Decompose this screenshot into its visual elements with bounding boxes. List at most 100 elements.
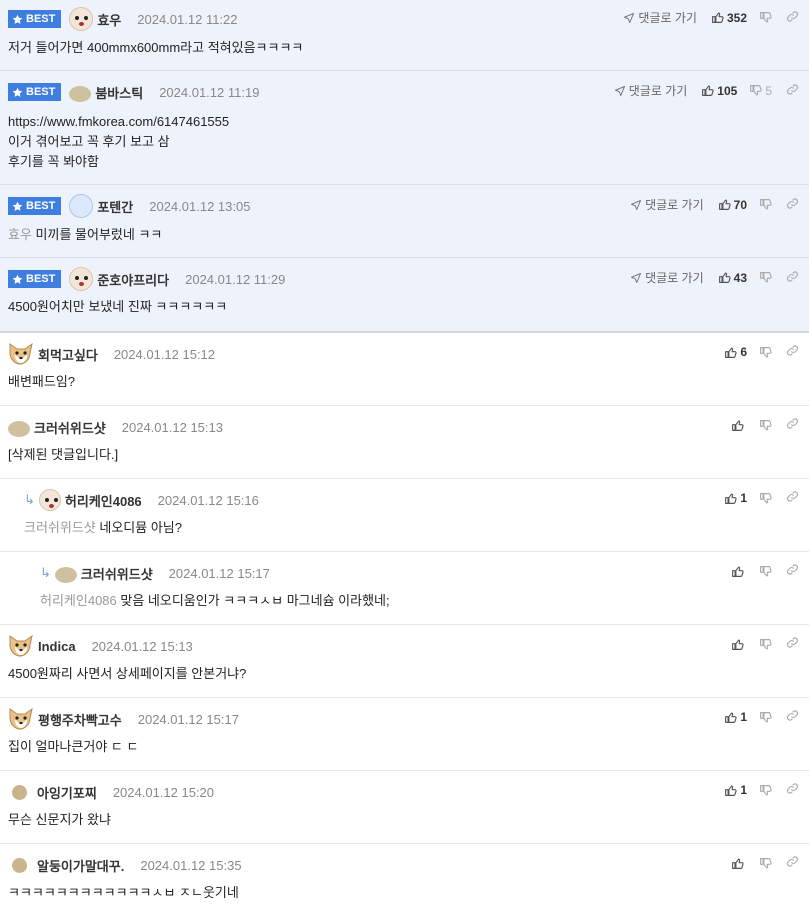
downvote-button[interactable]: [759, 784, 772, 797]
downvote-button[interactable]: 5: [749, 84, 772, 98]
nickname[interactable]: Indica: [38, 639, 76, 654]
comment-text: 미끼를 물어부렀네 ㅋㅋ: [35, 227, 163, 242]
upvote-button[interactable]: 1: [724, 710, 747, 724]
downvote-button[interactable]: [759, 11, 772, 24]
copy-link-button[interactable]: [786, 344, 799, 360]
thumbs-down-icon: [759, 346, 772, 359]
thumbs-down-icon: [759, 565, 772, 578]
nickname[interactable]: 아잉기포찌: [37, 783, 97, 802]
comment-text-line: 후기를 꼭 봐야함: [8, 154, 99, 169]
thumbs-down-icon: [749, 84, 762, 97]
thumbs-down-icon: [759, 638, 772, 651]
goto-comment-link[interactable]: 댓글로 가기: [623, 9, 697, 26]
reply-comment: ↳ 크러쉬위드샷 2024.01.12 15:17 허리케인4086 맞음 네오디움…: [0, 552, 809, 625]
comment-text: 4500원어치만 보냈네 진짜 ㅋㅋㅋㅋㅋㅋ: [8, 299, 228, 314]
nickname[interactable]: 회먹고싶다: [38, 345, 98, 364]
send-icon: [630, 199, 642, 211]
comment-date: 2024.01.12 15:35: [140, 857, 242, 873]
downvote-button[interactable]: [759, 857, 772, 870]
avatar[interactable]: [69, 267, 94, 291]
star-icon: [12, 87, 23, 98]
comment-date: 2024.01.12 15:13: [121, 419, 223, 435]
link-icon: [786, 417, 799, 430]
copy-link-button[interactable]: [786, 197, 799, 213]
downvote-button[interactable]: [759, 419, 772, 432]
copy-link-button[interactable]: [786, 270, 799, 286]
best-comment: BEST 효우 2024.01.12 11:22 저거 들어가면 400mmx6…: [0, 0, 809, 71]
goto-comment-link[interactable]: 댓글로 가기: [630, 196, 704, 213]
best-badge: BEST: [8, 197, 62, 215]
link-icon: [786, 563, 799, 576]
avatar[interactable]: [54, 567, 77, 583]
reply-target[interactable]: 효우: [8, 227, 32, 242]
thumbs-down-icon: [759, 857, 772, 870]
avatar[interactable]: [8, 634, 34, 658]
star-icon: [12, 274, 23, 285]
avatar[interactable]: [69, 194, 94, 218]
thumbs-down-icon: [759, 198, 772, 211]
best-badge: BEST: [8, 10, 62, 28]
upvote-button[interactable]: 6: [724, 345, 747, 359]
avatar[interactable]: [8, 707, 34, 731]
nickname[interactable]: 허리케인4086: [65, 491, 142, 510]
comment-date: 2024.01.12 15:12: [113, 346, 216, 362]
copy-link-button[interactable]: [786, 709, 799, 725]
downvote-button[interactable]: [759, 711, 772, 724]
downvote-button[interactable]: [759, 271, 772, 284]
copy-link-button[interactable]: [786, 855, 799, 871]
copy-link-button[interactable]: [786, 417, 799, 433]
avatar[interactable]: [69, 7, 94, 31]
copy-link-button[interactable]: [786, 10, 799, 26]
upvote-button[interactable]: [731, 565, 747, 578]
send-icon: [623, 12, 635, 24]
upvote-button[interactable]: [731, 638, 747, 651]
copy-link-button[interactable]: [786, 782, 799, 798]
thumbs-down-icon: [759, 419, 772, 432]
goto-comment-link[interactable]: 댓글로 가기: [614, 82, 687, 99]
nickname[interactable]: 크러쉬위드샷: [34, 418, 106, 437]
downvote-button[interactable]: [759, 565, 772, 578]
link-icon: [786, 855, 799, 868]
nickname[interactable]: 크러쉬위드샷: [81, 564, 153, 583]
thumbs-down-icon: [759, 711, 772, 724]
comment-text: ㅋㅋㅋㅋㅋㅋㅋㅋㅋㅋㅋㅋㅅㅂ ㅈㄴ웃기네: [8, 885, 239, 900]
copy-link-button[interactable]: [786, 563, 799, 579]
upvote-button[interactable]: 43: [718, 271, 747, 285]
upvote-button[interactable]: 1: [724, 491, 747, 505]
link-icon: [786, 344, 799, 357]
goto-comment-link[interactable]: 댓글로 가기: [630, 269, 704, 286]
upvote-button[interactable]: 70: [718, 198, 747, 212]
thumbs-up-icon: [711, 11, 724, 24]
upvote-button[interactable]: 105: [701, 84, 737, 98]
downvote-button[interactable]: [759, 346, 772, 359]
avatar[interactable]: [8, 421, 30, 437]
nickname[interactable]: 준호야프리다: [97, 270, 169, 289]
upvote-button[interactable]: [731, 419, 747, 432]
avatar[interactable]: [12, 784, 27, 800]
link-icon: [786, 490, 799, 503]
nickname[interactable]: 붐바스틱: [95, 83, 143, 102]
copy-link-button[interactable]: [786, 636, 799, 652]
avatar[interactable]: [69, 86, 92, 102]
comment-date: 2024.01.12 15:16: [157, 492, 259, 508]
upvote-button[interactable]: 1: [724, 783, 747, 797]
nickname[interactable]: 효우: [97, 10, 121, 29]
avatar[interactable]: [12, 857, 27, 873]
downvote-button[interactable]: [759, 638, 772, 651]
avatar[interactable]: [8, 342, 34, 366]
upvote-button[interactable]: 352: [711, 11, 747, 25]
reply-target[interactable]: 크러쉬위드샷: [24, 520, 96, 535]
avatar[interactable]: [38, 489, 61, 511]
upvote-button[interactable]: [731, 857, 747, 870]
thumbs-up-icon: [724, 711, 737, 724]
nickname[interactable]: 평행주차빡고수: [38, 710, 122, 729]
downvote-button[interactable]: [759, 492, 772, 505]
send-icon: [614, 85, 626, 97]
downvote-button[interactable]: [759, 198, 772, 211]
nickname[interactable]: 알둥이가말대꾸.: [37, 856, 124, 875]
comment-link-text[interactable]: https://www.fmkorea.com/6147461555: [8, 112, 801, 132]
reply-target[interactable]: 허리케인4086: [40, 593, 117, 608]
nickname[interactable]: 포텐간: [97, 197, 133, 216]
copy-link-button[interactable]: [786, 83, 799, 99]
copy-link-button[interactable]: [786, 490, 799, 506]
